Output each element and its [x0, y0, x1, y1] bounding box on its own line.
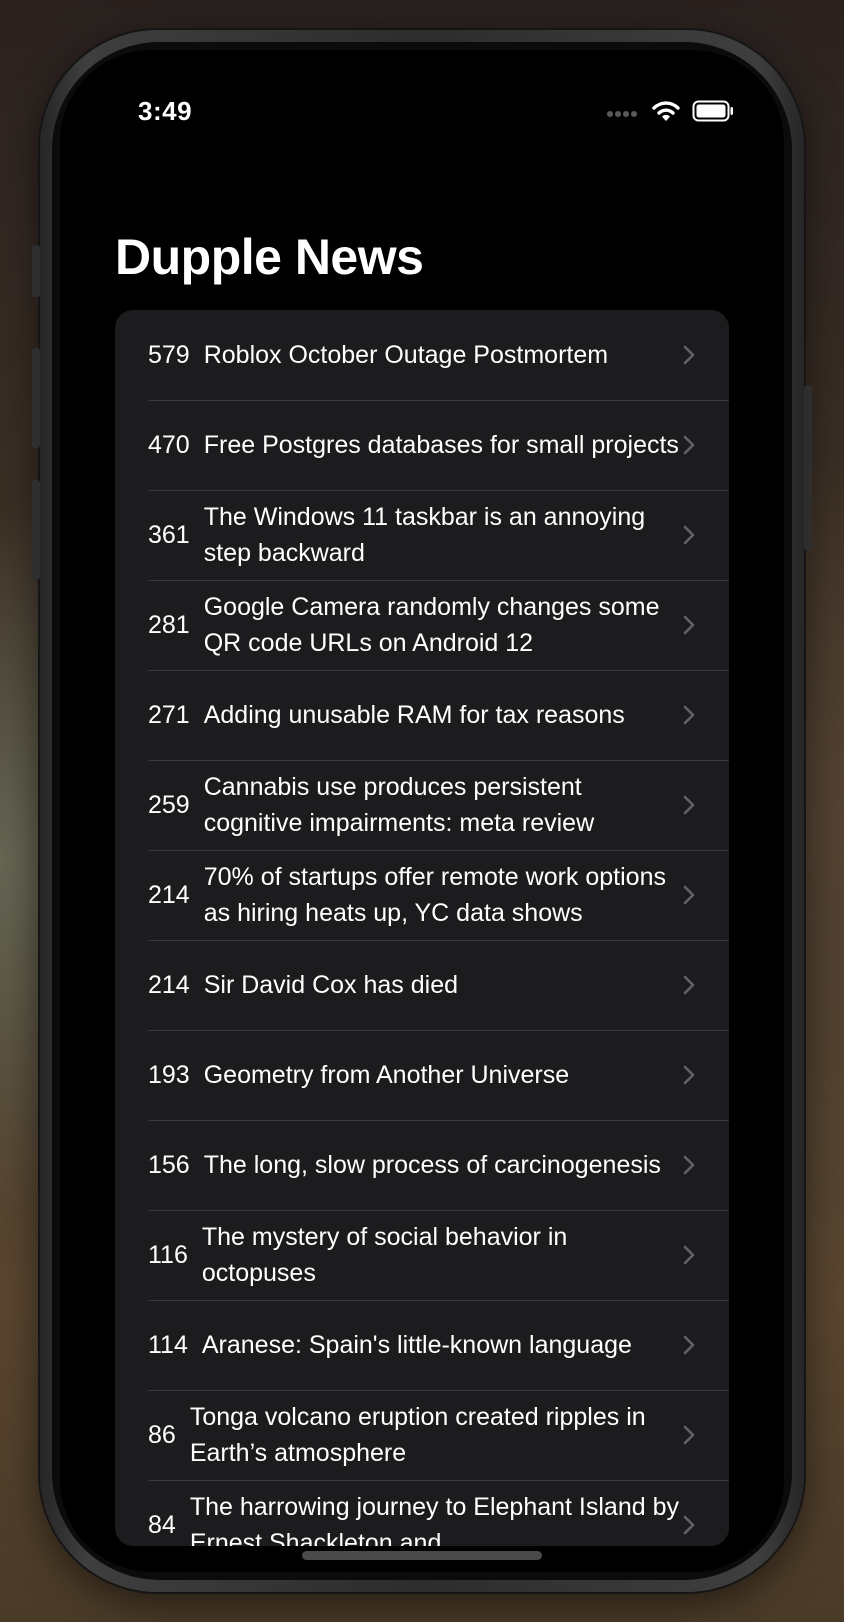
- chevron-right-icon: [683, 345, 729, 365]
- story-points: 271: [148, 700, 190, 729]
- story-points: 116: [148, 1240, 188, 1269]
- wifi-icon: [652, 100, 680, 127]
- chevron-right-icon: [683, 1065, 729, 1085]
- story-list[interactable]: 579 Roblox October Outage Postmortem 470…: [115, 310, 729, 1546]
- chevron-right-icon: [683, 1425, 729, 1445]
- story-points: 361: [148, 520, 190, 549]
- chevron-right-icon: [683, 1515, 729, 1535]
- chevron-right-icon: [683, 615, 729, 635]
- story-row-2[interactable]: 470 Free Postgres databases for small pr…: [115, 400, 729, 490]
- story-title: Aranese: Spain's little-known language: [201, 1331, 632, 1359]
- status-icons: [606, 100, 734, 127]
- story-title: The long, slow process of carcinogenesis: [203, 1151, 661, 1179]
- story-points: 281: [148, 610, 190, 639]
- story-row-1[interactable]: 579 Roblox October Outage Postmortem: [115, 310, 729, 400]
- story-title: The harrowing journey to Elephant Island…: [189, 1493, 679, 1546]
- story-points: 470: [148, 430, 190, 459]
- story-row-3[interactable]: 361 The Windows 11 taskbar is an annoyin…: [115, 490, 729, 580]
- cellular-signal-icon: [606, 105, 640, 123]
- story-points: 214: [148, 880, 190, 909]
- chevron-right-icon: [683, 435, 729, 455]
- story-points: 84: [148, 1510, 176, 1539]
- story-row-6[interactable]: 259 Cannabis use produces persistent cog…: [115, 760, 729, 850]
- story-points: 214: [148, 970, 190, 999]
- story-row-12[interactable]: 114 Aranese: Spain's little-known langua…: [115, 1300, 729, 1390]
- story-title: Adding unusable RAM for tax reasons: [203, 701, 625, 729]
- story-title: Tonga volcano eruption created ripples i…: [189, 1403, 646, 1467]
- story-points: 86: [148, 1420, 176, 1449]
- chevron-right-icon: [683, 885, 729, 905]
- story-title: The mystery of social behavior in octopu…: [201, 1223, 568, 1287]
- chevron-right-icon: [683, 1335, 729, 1355]
- story-row-7[interactable]: 214 70% of startups offer remote work op…: [115, 850, 729, 940]
- battery-icon: [692, 100, 734, 127]
- home-indicator[interactable]: [302, 1551, 542, 1560]
- app-screen: 3:49 Dupple News 579 Roblox October Outa…: [60, 50, 784, 1572]
- story-row-11[interactable]: 116 The mystery of social behavior in oc…: [115, 1210, 729, 1300]
- story-points: 193: [148, 1060, 190, 1089]
- volume-up-button: [32, 348, 40, 448]
- story-row-13[interactable]: 86 Tonga volcano eruption created ripple…: [115, 1390, 729, 1480]
- story-row-4[interactable]: 281 Google Camera randomly changes some …: [115, 580, 729, 670]
- story-title: Sir David Cox has died: [203, 971, 459, 999]
- story-title: The Windows 11 taskbar is an annoying st…: [203, 503, 646, 567]
- story-points: 579: [148, 340, 190, 369]
- story-title: Free Postgres databases for small projec…: [203, 431, 679, 459]
- chevron-right-icon: [683, 705, 729, 725]
- chevron-right-icon: [683, 795, 729, 815]
- story-points: 156: [148, 1150, 190, 1179]
- story-title: 70% of startups offer remote work option…: [203, 863, 666, 927]
- story-row-9[interactable]: 193 Geometry from Another Universe: [115, 1030, 729, 1120]
- chevron-right-icon: [683, 975, 729, 995]
- status-time: 3:49: [138, 96, 193, 126]
- story-title: Geometry from Another Universe: [203, 1061, 570, 1089]
- story-row-5[interactable]: 271 Adding unusable RAM for tax reasons: [115, 670, 729, 760]
- page-title: Dupple News: [115, 229, 424, 285]
- story-title: Cannabis use produces persistent cogniti…: [203, 773, 595, 837]
- volume-down-button: [32, 480, 40, 580]
- story-row-14[interactable]: 84 The harrowing journey to Elephant Isl…: [115, 1480, 729, 1546]
- story-row-10[interactable]: 156 The long, slow process of carcinogen…: [115, 1120, 729, 1210]
- chevron-right-icon: [683, 1155, 729, 1175]
- chevron-right-icon: [683, 1245, 729, 1265]
- story-title: Google Camera randomly changes some QR c…: [203, 593, 660, 657]
- chevron-right-icon: [683, 525, 729, 545]
- story-title: Roblox October Outage Postmortem: [203, 341, 609, 369]
- story-row-8[interactable]: 214 Sir David Cox has died: [115, 940, 729, 1030]
- story-points: 259: [148, 790, 190, 819]
- action-button: [32, 245, 40, 297]
- power-button: [804, 385, 812, 550]
- story-points: 114: [148, 1330, 188, 1359]
